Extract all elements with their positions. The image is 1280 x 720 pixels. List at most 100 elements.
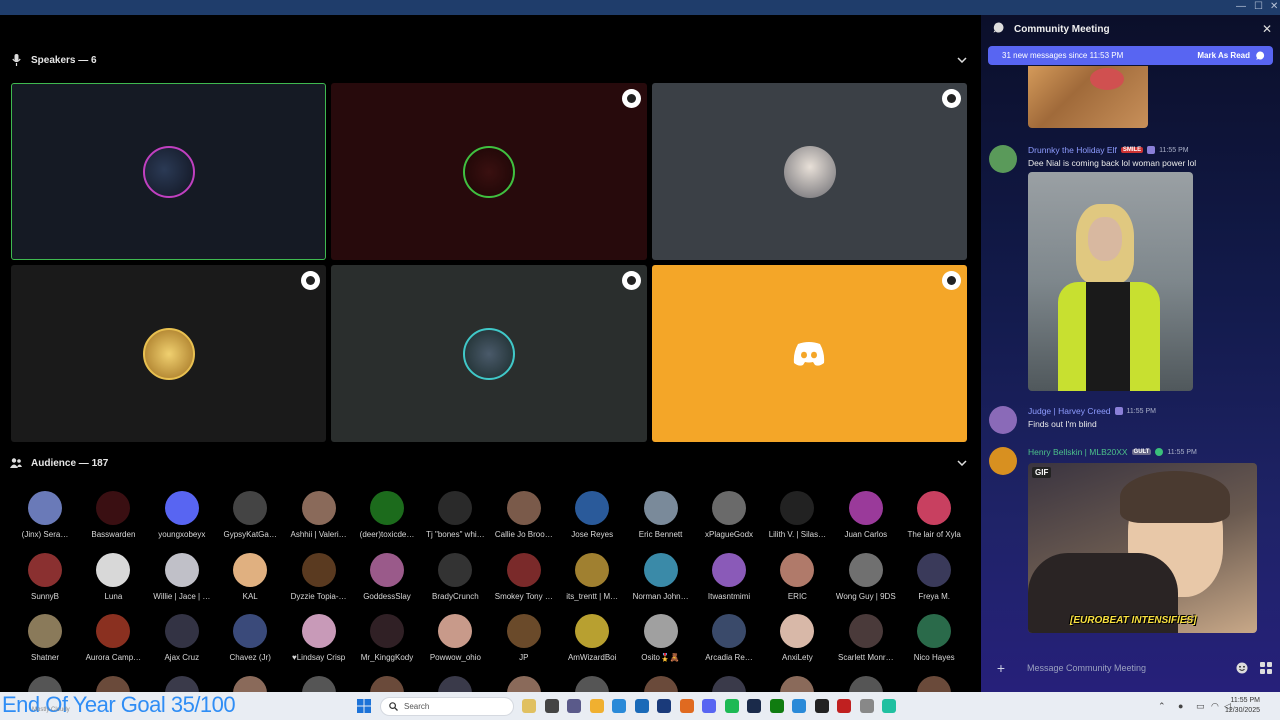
discord-icon[interactable] bbox=[702, 699, 716, 713]
audience-member[interactable]: Arcadia Re… bbox=[695, 614, 763, 662]
audience-member[interactable]: Mr_KinggKody bbox=[353, 614, 421, 662]
outlook-icon[interactable] bbox=[634, 699, 649, 713]
wifi-icon[interactable]: ◠ bbox=[1211, 701, 1219, 712]
audience-member[interactable]: Shatner bbox=[11, 614, 79, 662]
xbox-icon[interactable] bbox=[769, 699, 784, 713]
audience-member[interactable]: Basswarden bbox=[79, 491, 147, 539]
avatar bbox=[164, 552, 199, 587]
message-composer[interactable]: + Message Community Meeting bbox=[989, 656, 1272, 680]
audience-member[interactable]: SunnyB bbox=[11, 552, 79, 601]
terminal-icon[interactable] bbox=[814, 699, 829, 713]
copilot-icon[interactable] bbox=[567, 699, 581, 713]
audience-member[interactable]: ERIC bbox=[763, 552, 831, 601]
steam-icon[interactable] bbox=[747, 699, 761, 713]
audience-member[interactable]: Wong Guy | 9DS bbox=[832, 552, 900, 601]
emoji-icon[interactable] bbox=[1236, 662, 1248, 674]
audience-member[interactable]: Ajax Cruz bbox=[148, 614, 216, 662]
audience-member[interactable]: (deer)toxicde… bbox=[353, 491, 421, 539]
audience-member[interactable]: Itwasntmimi bbox=[695, 552, 763, 601]
windows-start-icon[interactable] bbox=[357, 699, 371, 718]
close-window-button[interactable]: ✕ bbox=[1270, 1, 1278, 12]
app-icon[interactable] bbox=[882, 699, 896, 713]
speakers-header[interactable]: Speakers — 6 bbox=[10, 51, 97, 69]
add-attachment-button[interactable]: + bbox=[989, 660, 1013, 676]
display-tray-icon[interactable]: ▭ bbox=[1196, 701, 1205, 712]
settings-icon[interactable] bbox=[859, 699, 874, 713]
edge-icon[interactable] bbox=[612, 699, 626, 713]
audience-member[interactable]: Chavez (Jr) bbox=[216, 614, 284, 662]
message-author[interactable]: Drunnky the Holiday Elf bbox=[1028, 145, 1117, 155]
image-attachment[interactable] bbox=[1028, 172, 1193, 391]
audience-member[interactable]: xPlagueGodx bbox=[695, 491, 763, 539]
audience-member[interactable]: Callie Jo Broo… bbox=[490, 491, 558, 539]
audience-member[interactable]: Eric Bennett bbox=[627, 491, 695, 539]
message-input[interactable]: Message Community Meeting bbox=[1027, 663, 1224, 673]
audience-member-name: BradyCrunch bbox=[432, 591, 479, 601]
audience-member[interactable]: (Jinx) Sera… bbox=[11, 491, 79, 539]
apps-icon[interactable] bbox=[1260, 662, 1272, 674]
audience-member[interactable]: Norman John… bbox=[627, 552, 695, 601]
audience-member[interactable]: Ashhii | Valeri… bbox=[285, 491, 353, 539]
microphone-tray-icon[interactable]: ● bbox=[1178, 701, 1183, 711]
audience-member[interactable]: Nico Hayes bbox=[900, 614, 968, 662]
audience-member[interactable]: The lair of Xyla bbox=[900, 491, 968, 539]
maximize-button[interactable]: ☐ bbox=[1254, 1, 1263, 12]
audience-member[interactable]: Juan Carlos bbox=[832, 491, 900, 539]
spotify-icon[interactable] bbox=[724, 699, 739, 713]
audience-member[interactable]: Osito🎖️🧸 bbox=[627, 614, 695, 662]
mark-as-read-button[interactable]: Mark As Read bbox=[1197, 51, 1265, 60]
avatar[interactable] bbox=[989, 406, 1017, 434]
avatar[interactable] bbox=[989, 447, 1017, 475]
folder-icon[interactable] bbox=[589, 699, 604, 713]
close-chat-button[interactable]: ✕ bbox=[1262, 22, 1272, 36]
speaker-tile[interactable] bbox=[331, 265, 647, 442]
minimize-button[interactable]: — bbox=[1236, 1, 1246, 12]
audience-member[interactable]: Smokey Tony … bbox=[490, 552, 558, 601]
audience-member[interactable]: Jose Reyes bbox=[558, 491, 626, 539]
chevron-up-icon[interactable]: ⌃ bbox=[1158, 701, 1166, 712]
file-explorer-icon[interactable] bbox=[522, 699, 536, 713]
audience-member[interactable]: AnxiLety bbox=[763, 614, 831, 662]
audience-member[interactable]: youngxobeyx bbox=[148, 491, 216, 539]
speaker-tile[interactable] bbox=[11, 265, 326, 442]
avatar[interactable] bbox=[989, 145, 1017, 173]
valorant-icon[interactable] bbox=[837, 699, 851, 713]
audience-member[interactable]: JP bbox=[490, 614, 558, 662]
avatar bbox=[301, 552, 336, 587]
speaker-tile[interactable] bbox=[11, 83, 326, 260]
image-attachment[interactable] bbox=[1028, 66, 1148, 128]
audience-member[interactable]: Aurora Camp… bbox=[79, 614, 147, 662]
speaker-tile[interactable] bbox=[331, 83, 647, 260]
audience-member[interactable]: Freya M. bbox=[900, 552, 968, 601]
gif-attachment[interactable]: GIF [EUROBEAT INTENSIFIES] bbox=[1028, 463, 1257, 633]
audience-member[interactable]: ♥Lindsay Crisp bbox=[285, 614, 353, 662]
speaker-tile[interactable] bbox=[652, 265, 967, 442]
audience-member[interactable]: Willie | Jace | … bbox=[148, 552, 216, 601]
audience-member[interactable]: BradyCrunch bbox=[421, 552, 489, 601]
audience-member[interactable]: Lilith V. | Silas… bbox=[763, 491, 831, 539]
task-view-icon[interactable] bbox=[544, 699, 559, 713]
audience-member[interactable]: Powwow_ohio bbox=[421, 614, 489, 662]
system-clock[interactable]: 11:55 PM 12/30/2025 bbox=[1225, 696, 1260, 716]
speaker-tile[interactable] bbox=[652, 83, 967, 260]
audience-member[interactable]: Tj "bones" whi… bbox=[421, 491, 489, 539]
audience-member[interactable]: AmWizardBoi bbox=[558, 614, 626, 662]
audience-header[interactable]: Audience — 187 bbox=[10, 454, 108, 472]
audience-member[interactable]: its_trentt | M… bbox=[558, 552, 626, 601]
audience-member-name: Shatner bbox=[30, 653, 60, 662]
notepad-icon[interactable] bbox=[792, 699, 806, 713]
store-icon[interactable] bbox=[657, 699, 671, 713]
audience-member[interactable]: KAL bbox=[216, 552, 284, 601]
audience-member[interactable]: GypsyKatGa… bbox=[216, 491, 284, 539]
taskbar-search[interactable]: Search bbox=[380, 697, 514, 716]
audience-member[interactable]: GoddessSlay bbox=[353, 552, 421, 601]
firefox-icon[interactable] bbox=[679, 699, 694, 713]
audience-member[interactable]: Dyzzie Topia-… bbox=[285, 552, 353, 601]
chevron-down-icon[interactable] bbox=[955, 53, 969, 67]
new-messages-bar[interactable]: 31 new messages since 11:53 PM Mark As R… bbox=[988, 46, 1273, 65]
message-author[interactable]: Henry Bellskin | MLB20XX bbox=[1028, 447, 1128, 457]
chevron-down-icon[interactable] bbox=[955, 456, 969, 470]
audience-member[interactable]: Luna bbox=[79, 552, 147, 601]
audience-member[interactable]: Scarlett Monr… bbox=[832, 614, 900, 662]
message-author[interactable]: Judge | Harvey Creed bbox=[1028, 406, 1111, 416]
